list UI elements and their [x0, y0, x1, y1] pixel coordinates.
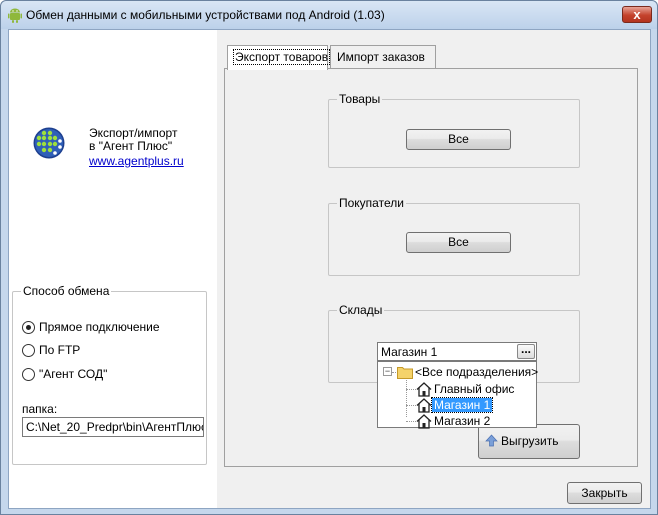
house-icon — [416, 397, 432, 413]
radio-button[interactable] — [22, 343, 35, 357]
tree-item-label-selected: Магазин 1 — [430, 397, 494, 413]
tab-import-orders[interactable]: Импорт заказов — [330, 45, 436, 69]
tree-connector — [406, 421, 416, 422]
tree-item-main-office[interactable]: Главный офис — [416, 381, 516, 397]
brand-line-2: в "Агент Плюс" — [89, 139, 173, 153]
upload-button[interactable]: Выгрузить — [478, 424, 580, 459]
tree-item-root[interactable]: <Все подразделения> — [397, 364, 540, 380]
tree-connector — [406, 405, 416, 406]
exchange-method-group: Способ обмена Прямое подключение По FTP … — [12, 284, 207, 465]
radio-agent-sod[interactable]: "Агент СОД" — [22, 366, 107, 382]
customers-group: Покупатели Все — [328, 196, 580, 276]
folder-label: папка: — [22, 402, 58, 416]
app-window: Обмен данными с мобильными устройствами … — [0, 0, 658, 515]
client-area: Экспорт/импорт в "Агент Плюс" www.agentp… — [8, 29, 651, 509]
radio-button[interactable] — [22, 367, 35, 381]
close-dialog-button[interactable]: Закрыть — [567, 482, 642, 504]
upload-arrow-icon — [485, 434, 498, 447]
goods-all-button[interactable]: Все — [406, 129, 511, 150]
tree-item-store-1[interactable]: Магазин 1 — [416, 397, 494, 413]
radio-ftp[interactable]: По FTP — [22, 342, 80, 358]
warehouse-tree: − <Все подразделения> Главный офис Магаз… — [377, 361, 540, 429]
tree-connector — [406, 378, 407, 417]
title-bar[interactable]: Обмен данными с мобильными устройствами … — [1, 1, 657, 29]
house-icon — [416, 381, 432, 397]
tab-label: Импорт заказов — [337, 50, 425, 64]
close-icon: x — [633, 7, 641, 22]
tab-label: Экспорт товаров — [232, 49, 331, 65]
house-icon — [416, 413, 432, 429]
tree-item-label: Главный офис — [434, 382, 515, 396]
tree-connector — [406, 389, 416, 390]
tab-export-goods[interactable]: Экспорт товаров — [227, 45, 331, 70]
upload-button-label: Выгрузить — [501, 434, 559, 448]
ellipsis-button[interactable]: ... — [517, 343, 535, 359]
warehouse-combo[interactable]: Магазин 1 ... — [377, 342, 537, 361]
tree-connector — [392, 372, 396, 373]
radio-label: По FTP — [39, 343, 81, 357]
radio-direct[interactable]: Прямое подключение — [22, 319, 160, 335]
radio-button[interactable] — [22, 320, 35, 334]
collapse-toggle[interactable]: − — [383, 367, 392, 376]
radio-label: Прямое подключение — [39, 320, 160, 334]
goods-group: Товары Все — [328, 92, 580, 168]
customers-all-button[interactable]: Все — [406, 232, 511, 253]
tree-item-store-2[interactable]: Магазин 2 — [416, 413, 492, 429]
left-panel: Экспорт/импорт в "Агент Плюс" www.agentp… — [9, 30, 217, 508]
folder-icon — [397, 367, 413, 379]
export-tab-page: Товары Все Покупатели Все Склады Выгрузи… — [224, 68, 638, 467]
tree-item-label: <Все подразделения> — [415, 365, 539, 379]
android-icon — [8, 8, 22, 23]
warehouses-legend: Склады — [337, 303, 385, 317]
tree-item-label: Магазин 2 — [434, 414, 491, 428]
window-close-button[interactable]: x — [622, 6, 652, 23]
tab-control: Экспорт товаров Импорт заказов Товары Вс… — [224, 45, 638, 467]
window-title: Обмен данными с мобильными устройствами … — [26, 8, 385, 22]
goods-legend: Товары — [337, 92, 383, 106]
exchange-method-legend: Способ обмена — [21, 284, 112, 298]
folder-path-input[interactable]: C:\Net_20_Predpr\bin\АгентПлюс_d — [22, 417, 204, 437]
warehouse-combo-value: Магазин 1 — [381, 345, 438, 359]
customers-legend: Покупатели — [337, 196, 406, 210]
radio-label: "Агент СОД" — [39, 367, 108, 381]
website-link[interactable]: www.agentplus.ru — [89, 155, 184, 168]
agentplus-logo-icon — [33, 127, 65, 159]
